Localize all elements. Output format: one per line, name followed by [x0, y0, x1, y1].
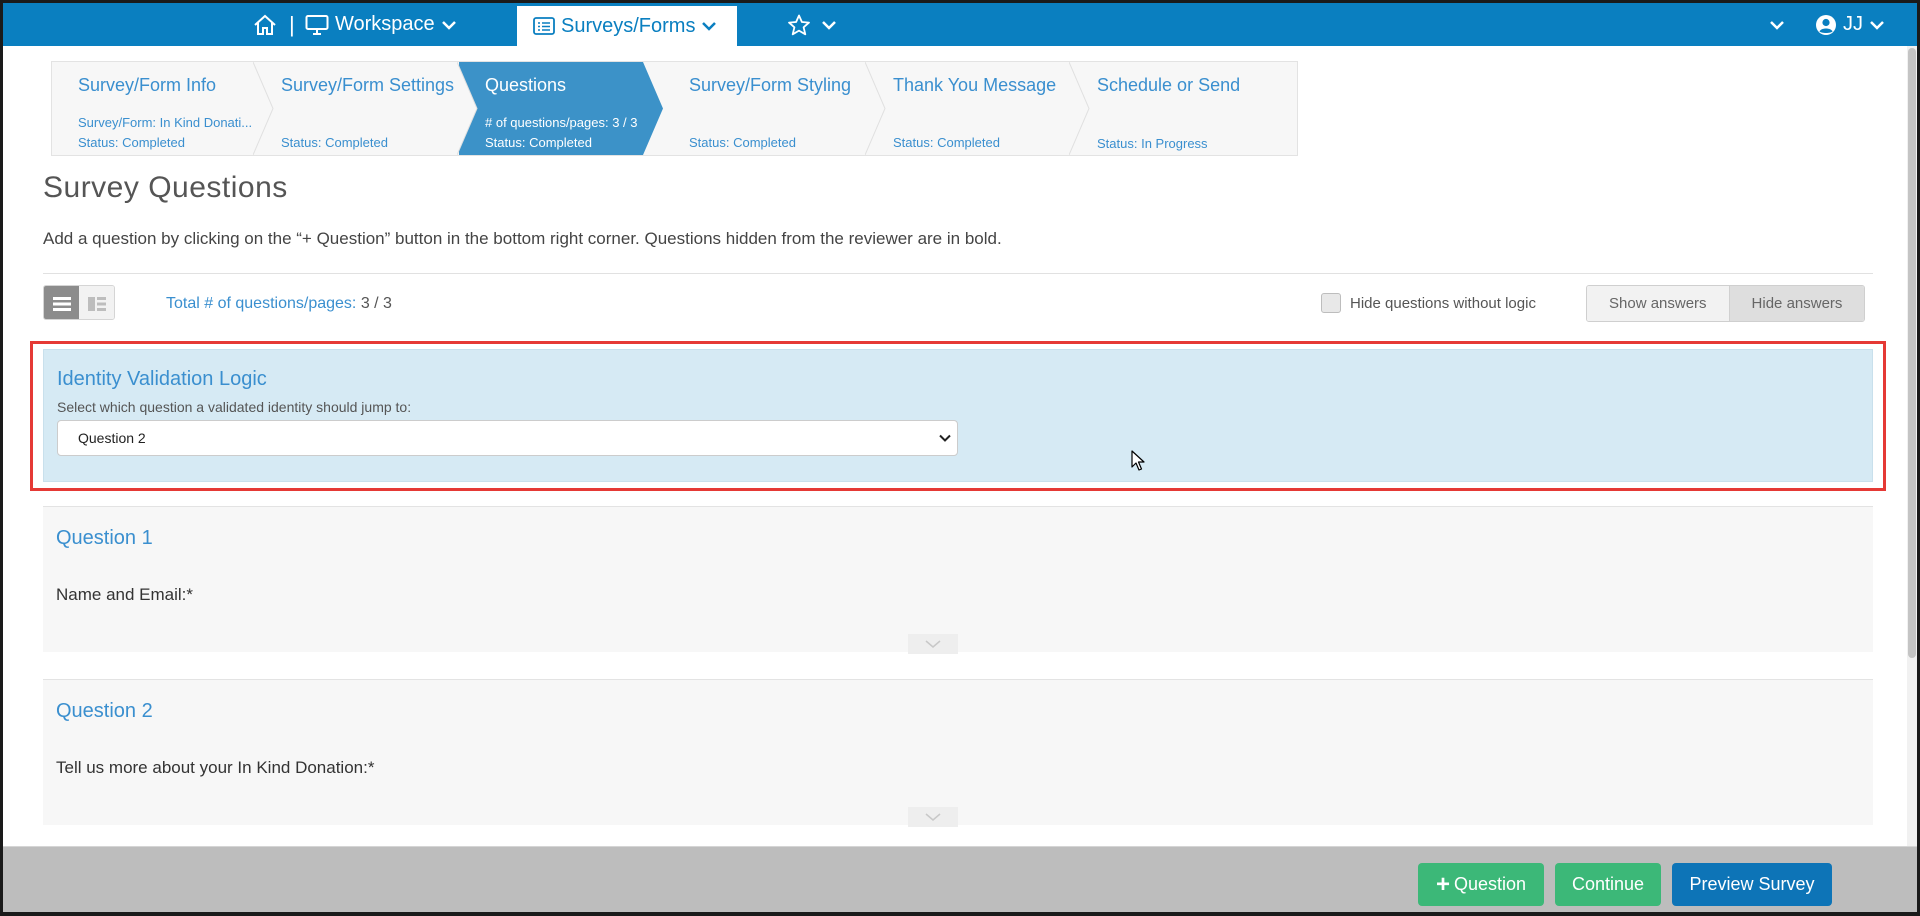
- question-title: Question 2: [56, 700, 153, 722]
- step-divider: [865, 62, 886, 155]
- hide-answers-button[interactable]: Hide answers: [1729, 286, 1865, 321]
- step-schedule-or-send[interactable]: Schedule or Send Status: In Progress: [1071, 62, 1297, 155]
- list-view-button[interactable]: [44, 286, 79, 319]
- total-questions-label: Total # of questions/pages:: [166, 295, 357, 312]
- highlight-box: [30, 341, 1886, 491]
- app-window: | Workspace Surveys/Forms JJ Survey/Form…: [3, 3, 1917, 912]
- plus-icon: +: [1435, 870, 1450, 898]
- page-title: Survey Questions: [43, 171, 288, 204]
- step-divider: [1069, 62, 1090, 155]
- home-icon[interactable]: [253, 14, 277, 36]
- view-toggle: [43, 285, 115, 320]
- star-icon: [788, 14, 810, 35]
- hide-questions-without-logic[interactable]: Hide questions without logic: [1321, 293, 1536, 313]
- add-question-label: Question: [1453, 874, 1527, 894]
- user-circle-icon: [1816, 14, 1836, 35]
- step-title: Survey/Form Info: [78, 75, 217, 95]
- hide-logic-checkbox[interactable]: [1321, 293, 1341, 313]
- step-thank-you-message[interactable]: Thank You Message Status: Completed: [867, 62, 1090, 155]
- favorites-menu[interactable]: [787, 3, 837, 46]
- question-title: Question 1: [56, 527, 153, 549]
- total-questions-value: 3 / 3: [360, 295, 392, 312]
- show-answers-button[interactable]: Show answers: [1587, 286, 1730, 321]
- step-survey-form-styling[interactable]: Survey/Form Styling Status: Completed: [663, 62, 886, 155]
- list-icon: [533, 17, 555, 35]
- step-status: Status: Completed: [78, 135, 185, 150]
- step-title: Survey/Form Settings: [281, 75, 455, 95]
- more-menu-toggle[interactable]: [1769, 3, 1785, 46]
- answers-toggle-group: Show answers Hide answers: [1586, 285, 1866, 322]
- wizard-steps: Survey/Form Info Survey/Form: In Kind Do…: [51, 61, 1298, 156]
- vertical-scrollbar[interactable]: [1907, 46, 1917, 846]
- step-subtitle: # of questions/pages: 3 / 3: [485, 115, 638, 130]
- user-initials: JJ: [1843, 13, 1863, 35]
- list-view-icon: [52, 296, 71, 311]
- step-divider: [253, 62, 274, 155]
- grid-view-icon: [87, 296, 106, 311]
- step-status: Status: Completed: [689, 135, 796, 150]
- expand-question-button[interactable]: [908, 634, 958, 654]
- total-questions: Total # of questions/pages: 3 / 3: [166, 295, 392, 313]
- scrollbar-thumb[interactable]: [1908, 48, 1916, 658]
- nav-separator: |: [289, 12, 295, 37]
- step-title: Questions: [485, 75, 567, 95]
- step-subtitle: Survey/Form: In Kind Donati...: [78, 115, 253, 130]
- question-text: Name and Email:*: [56, 585, 194, 604]
- expand-question-button[interactable]: [908, 807, 958, 827]
- chevron-down-icon: [1870, 20, 1884, 30]
- surveys-forms-label: Surveys/Forms: [561, 14, 696, 37]
- step-divider: [457, 62, 478, 155]
- preview-survey-button[interactable]: Preview Survey: [1672, 863, 1832, 906]
- step-status: Status: In Progress: [1097, 136, 1208, 151]
- chevron-down-icon: [925, 813, 941, 821]
- step-status: Status: Completed: [893, 135, 1000, 150]
- continue-button[interactable]: Continue: [1555, 863, 1661, 906]
- footer-action-bar: + Question Continue Preview Survey: [3, 846, 1917, 912]
- chevron-down-icon: [822, 20, 836, 30]
- workspace-label: Workspace: [335, 13, 435, 35]
- step-title: Thank You Message: [893, 75, 1057, 95]
- step-title: Survey/Form Styling: [689, 75, 852, 95]
- monitor-icon: [305, 14, 329, 35]
- page-description: Add a question by clicking on the “+ Que…: [43, 229, 1002, 248]
- chevron-down-icon: [925, 640, 941, 648]
- add-question-button[interactable]: + Question: [1418, 863, 1544, 906]
- mouse-cursor-icon: [1131, 450, 1145, 471]
- user-menu[interactable]: JJ: [1815, 3, 1885, 46]
- top-navigation-bar: | Workspace Surveys/Forms JJ: [3, 3, 1917, 46]
- chevron-down-icon: [702, 22, 717, 31]
- step-status: Status: Completed: [281, 135, 388, 150]
- step-survey-form-settings[interactable]: Survey/Form Settings Status: Completed: [255, 62, 478, 155]
- workspace-menu[interactable]: Workspace: [305, 3, 457, 46]
- divider: [43, 273, 1873, 274]
- question-card[interactable]: Question 2 Tell us more about your In Ki…: [43, 679, 1873, 827]
- question-card[interactable]: Question 1 Name and Email:*: [43, 506, 1873, 654]
- question-text: Tell us more about your In Kind Donation…: [56, 758, 375, 777]
- step-survey-form-info[interactable]: Survey/Form Info Survey/Form: In Kind Do…: [52, 62, 274, 155]
- grid-view-button[interactable]: [79, 286, 114, 319]
- step-title: Schedule or Send: [1097, 75, 1241, 95]
- step-questions[interactable]: Questions # of questions/pages: 3 / 3 St…: [459, 62, 663, 155]
- chevron-down-icon: [441, 20, 456, 30]
- chevron-down-icon: [1770, 20, 1784, 30]
- surveys-forms-tab[interactable]: Surveys/Forms: [517, 6, 737, 46]
- hide-logic-label: Hide questions without logic: [1350, 294, 1536, 312]
- step-status: Status: Completed: [485, 135, 592, 150]
